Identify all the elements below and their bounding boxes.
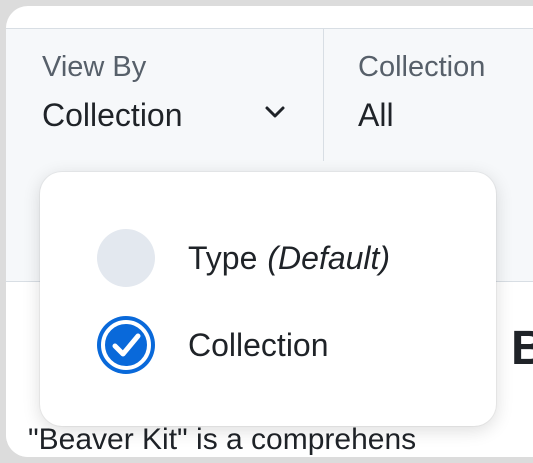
chevron-down-icon[interactable] bbox=[264, 105, 286, 119]
option-type[interactable]: Type (Default) bbox=[40, 216, 496, 296]
radio-checked-icon[interactable] bbox=[96, 315, 156, 375]
radio-unselected-icon[interactable] bbox=[96, 228, 156, 288]
collection-value: All bbox=[358, 97, 394, 133]
option-type-text: Type bbox=[188, 240, 258, 276]
option-type-default-tag: (Default) bbox=[267, 240, 391, 276]
collection-label: Collection bbox=[358, 51, 486, 83]
app-window: View By Collection Collection All B "Bea… bbox=[6, 6, 533, 457]
item-heading: B bbox=[511, 322, 533, 375]
option-collection-label: Collection bbox=[188, 327, 329, 363]
option-type-label: Type (Default) bbox=[188, 240, 390, 277]
view-by-label: View By bbox=[42, 51, 147, 83]
view-by-select[interactable]: View By Collection bbox=[6, 29, 324, 161]
item-description: "Beaver Kit" is a comprehens bbox=[28, 423, 417, 456]
view-by-value: Collection bbox=[42, 97, 183, 133]
view-by-dropdown: Type (Default) Collection bbox=[40, 172, 496, 426]
filter-toolbar: View By Collection Collection All bbox=[6, 28, 533, 162]
option-collection[interactable]: Collection bbox=[40, 303, 496, 383]
collection-select[interactable]: Collection All bbox=[324, 29, 533, 161]
